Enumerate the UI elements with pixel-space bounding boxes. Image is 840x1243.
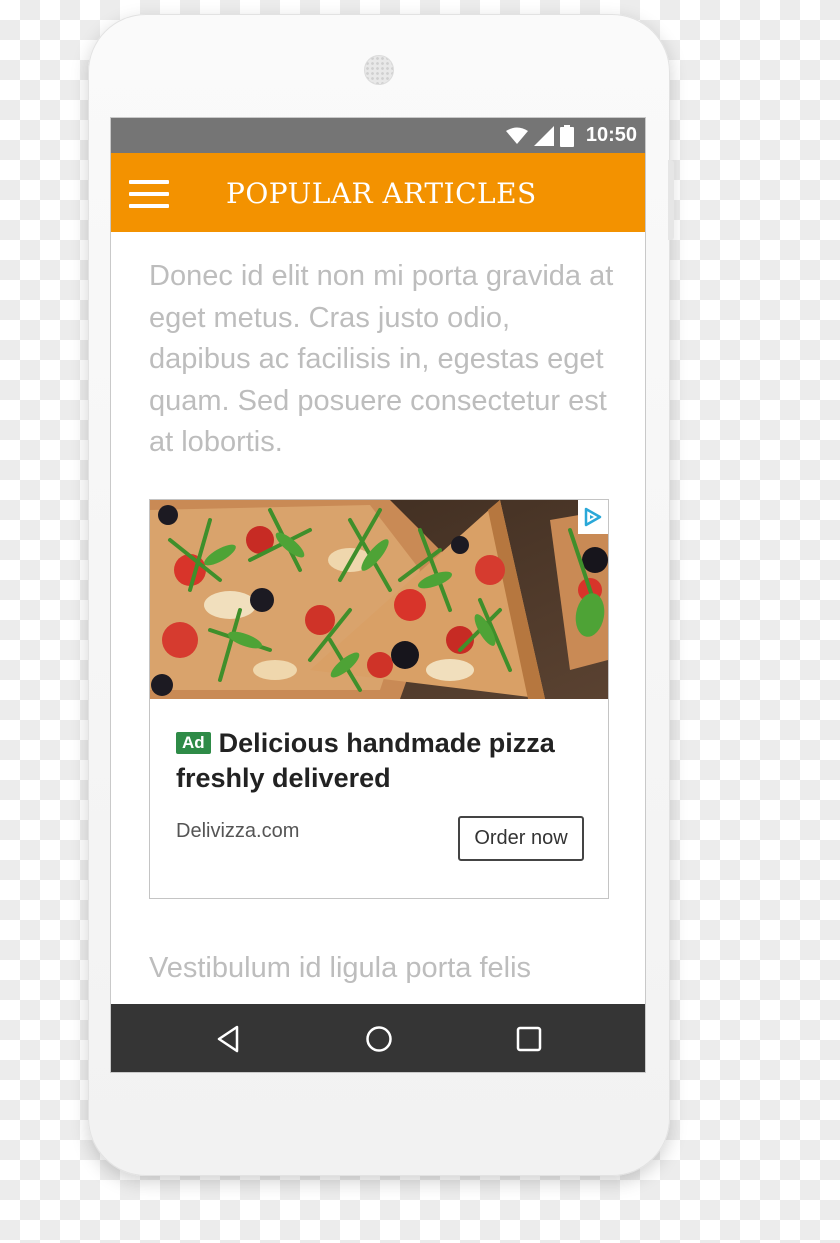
ad-domain: Delivizza.com (176, 820, 300, 842)
adchoices-icon[interactable] (578, 500, 608, 534)
home-icon[interactable] (364, 1024, 394, 1054)
order-now-button[interactable]: Order now (458, 816, 584, 861)
native-ad-card[interactable]: Ad Delicious handmade pizza freshly deliv… (149, 499, 609, 899)
wifi-icon (505, 127, 528, 144)
signal-icon (533, 125, 554, 146)
navigation-bar (111, 1004, 645, 1072)
article-paragraph: Donec id elit non mi porta gravida at eg… (149, 260, 614, 458)
speaker-grille (364, 55, 394, 85)
app-bar: POPULAR ARTICLES (111, 153, 645, 232)
battery-icon (559, 124, 574, 147)
ad-headline-block[interactable]: Ad Delicious handmade pizza freshly deliv… (176, 726, 596, 796)
recents-icon[interactable] (514, 1024, 544, 1054)
status-time: 10:50 (585, 124, 637, 146)
page-title: POPULAR ARTICLES (226, 177, 537, 210)
phone-screen: 10:50 POPULAR ARTICLES Donec id elit non… (110, 117, 646, 1073)
pizza-photo[interactable] (150, 500, 608, 699)
back-icon[interactable] (214, 1024, 244, 1054)
phone-side-button (668, 160, 674, 240)
ad-headline[interactable]: Delicious handmade pizza freshly deliver… (176, 728, 555, 793)
status-bar: 10:50 (111, 118, 645, 153)
menu-icon[interactable] (129, 180, 169, 208)
article-paragraph-2: Vestibulum id ligula porta felis (149, 952, 532, 984)
ad-badge: Ad (176, 732, 211, 754)
